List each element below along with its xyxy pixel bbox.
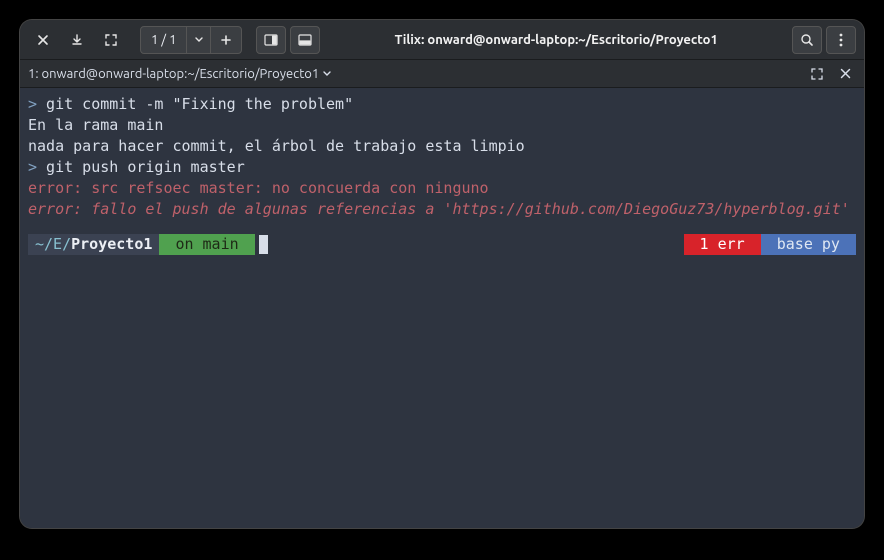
status-env: base py [761,234,856,255]
cmd-line-1: git commit -m "Fixing the problem" [37,95,353,113]
cmd-line-2: git push origin master [37,158,245,176]
hamburger-menu-button[interactable] [826,26,856,54]
prompt-statusline: ~/E/Proyecto1 on main 1 err base py [28,234,856,255]
terminal-tab-label: 1: onward@onward-laptop:~/Escritorio/Pro… [28,67,319,81]
session-count[interactable]: 1 / 1 [141,27,187,53]
chevron-down-icon [323,71,331,77]
split-right-button[interactable] [256,26,286,54]
error-line-2a: error: fallo el push de algunas referenc… [28,200,452,218]
new-session-button[interactable] [211,27,241,53]
session-dropdown[interactable] [187,27,211,53]
error-line-2c: ' [841,200,850,218]
cursor-block [259,235,268,254]
status-error-count: 1 err [684,234,761,255]
prompt-caret: > [28,158,37,176]
window-title: Tilix: onward@onward-laptop:~/Escritorio… [324,33,788,47]
terminal-tabbar: 1: onward@onward-laptop:~/Escritorio/Pro… [20,60,864,88]
titlebar: 1 / 1 Tilix: onward@onward-laptop:~/Escr… [20,20,864,60]
search-button[interactable] [792,26,822,54]
terminal-tab-1[interactable]: 1: onward@onward-laptop:~/Escritorio/Pro… [28,67,331,81]
terminal-content[interactable]: > git commit -m "Fixing the problem" En … [20,88,864,528]
close-pane-button[interactable] [834,63,856,85]
split-down-button[interactable] [290,26,320,54]
fullscreen-button[interactable] [96,26,126,54]
status-path: ~/E/Proyecto1 [28,234,159,255]
tilix-window: 1 / 1 Tilix: onward@onward-laptop:~/Escr… [20,20,864,528]
save-session-button[interactable] [62,26,92,54]
session-switcher: 1 / 1 [140,26,242,54]
error-line-1: error: src refsoec master: no concuerda … [28,179,489,197]
output-line-3: nada para hacer commit, el árbol de trab… [28,137,525,155]
prompt-caret: > [28,95,37,113]
output-line-2: En la rama main [28,116,163,134]
status-branch: on main [159,234,254,255]
close-button[interactable] [28,26,58,54]
error-url: https://github.com/DiegoGuz73/hyperblog.… [452,200,840,218]
maximize-pane-button[interactable] [806,63,828,85]
